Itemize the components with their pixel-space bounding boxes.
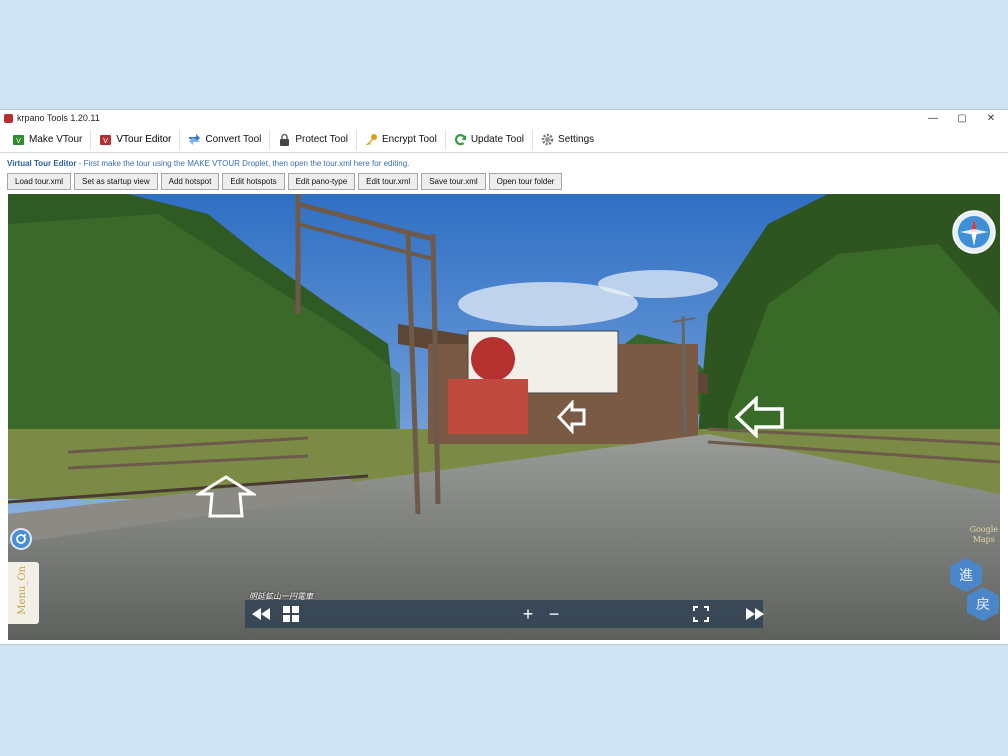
add-hotspot-button[interactable]: Add hotspot bbox=[160, 173, 220, 190]
panorama-image bbox=[8, 194, 1000, 640]
convert-tool-icon bbox=[188, 133, 201, 146]
next-pano-button[interactable] bbox=[743, 600, 767, 628]
menu-on-label: Menu_On bbox=[17, 566, 28, 615]
encrypt-tool-label: Encrypt Tool bbox=[381, 134, 437, 145]
title-bar: krpano Tools 1.20.11 — ▢ ✕ bbox=[0, 110, 1008, 126]
set-startup-view-button[interactable]: Set as startup view bbox=[74, 173, 158, 190]
settings-button[interactable]: Settings bbox=[533, 130, 602, 150]
compass-icon[interactable] bbox=[952, 210, 996, 254]
load-tour-button[interactable]: Load tour.xml bbox=[7, 173, 72, 190]
thumbnails-button[interactable] bbox=[279, 600, 303, 628]
hotspot-arrow-left[interactable] bbox=[556, 400, 588, 434]
settings-label: Settings bbox=[558, 134, 595, 145]
app-window: krpano Tools 1.20.11 — ▢ ✕ V Make VTour … bbox=[0, 110, 1008, 644]
edit-pano-type-button[interactable]: Edit pano-type bbox=[287, 173, 356, 190]
gear-icon bbox=[541, 133, 554, 146]
protect-tool-button[interactable]: Protect Tool bbox=[270, 129, 357, 150]
vtour-editor-button[interactable]: V VTour Editor bbox=[91, 129, 181, 150]
fullscreen-icon bbox=[693, 606, 709, 622]
rewind-icon bbox=[252, 608, 270, 620]
convert-tool-label: Convert Tool bbox=[205, 134, 262, 145]
fast-forward-icon bbox=[746, 608, 764, 620]
edit-hotspots-button[interactable]: Edit hotspots bbox=[222, 173, 285, 190]
convert-tool-button[interactable]: Convert Tool bbox=[180, 129, 271, 150]
editor-hint: Virtual Tour Editor - First make the tou… bbox=[7, 159, 409, 168]
grid-icon bbox=[283, 606, 299, 622]
editor-button-row: Load tour.xml Set as startup view Add ho… bbox=[7, 173, 563, 190]
menu-on-tab[interactable]: Menu_On bbox=[8, 562, 39, 624]
viewer-control-bar: + − bbox=[245, 600, 764, 628]
editor-hint-text: - First make the tour using the MAKE VTO… bbox=[76, 159, 410, 168]
minimize-button[interactable]: — bbox=[918, 110, 948, 126]
encrypt-tool-button[interactable]: Encrypt Tool bbox=[357, 129, 446, 150]
vtour-editor-icon: V bbox=[99, 133, 112, 146]
key-icon bbox=[365, 133, 378, 146]
edit-tour-xml-button[interactable]: Edit tour.xml bbox=[358, 173, 419, 190]
previous-pano-button[interactable] bbox=[249, 600, 273, 628]
google-maps-label: Google Maps bbox=[969, 525, 998, 544]
make-vtour-label: Make VTour bbox=[29, 134, 83, 145]
close-button[interactable]: ✕ bbox=[976, 110, 1006, 126]
protect-tool-label: Protect Tool bbox=[295, 134, 348, 145]
main-toolbar: V Make VTour V VTour Editor Convert Tool… bbox=[0, 127, 1008, 153]
make-vtour-button[interactable]: V Make VTour bbox=[0, 129, 92, 150]
refresh-icon bbox=[454, 133, 467, 146]
google-maps-link[interactable]: Google Maps bbox=[970, 525, 998, 545]
update-tool-button[interactable]: Update Tool bbox=[446, 129, 534, 150]
hotspot-arrow-forward[interactable] bbox=[196, 474, 256, 520]
editor-hint-title: Virtual Tour Editor bbox=[7, 159, 77, 168]
svg-text:V: V bbox=[103, 137, 108, 145]
make-vtour-icon: V bbox=[12, 133, 25, 146]
camera-icon[interactable] bbox=[10, 528, 32, 550]
zoom-out-button[interactable]: − bbox=[543, 600, 565, 628]
krpano-app-icon bbox=[4, 113, 13, 123]
svg-text:V: V bbox=[16, 137, 21, 145]
open-tour-folder-button[interactable]: Open tour folder bbox=[488, 173, 563, 190]
save-tour-button[interactable]: Save tour.xml bbox=[421, 173, 486, 190]
panorama-viewer[interactable]: Menu_On Google Maps 進 戻 明延鉱山一円電車 + − bbox=[8, 194, 1000, 640]
lock-icon bbox=[278, 133, 291, 146]
fullscreen-button[interactable] bbox=[689, 600, 713, 628]
window-title: krpano Tools 1.20.11 bbox=[17, 113, 100, 123]
update-tool-label: Update Tool bbox=[470, 134, 525, 145]
hotspot-arrow-left-far[interactable] bbox=[734, 396, 786, 438]
zoom-in-button[interactable]: + bbox=[517, 600, 539, 628]
vtour-editor-label: VTour Editor bbox=[116, 134, 172, 145]
maximize-button[interactable]: ▢ bbox=[947, 110, 977, 126]
